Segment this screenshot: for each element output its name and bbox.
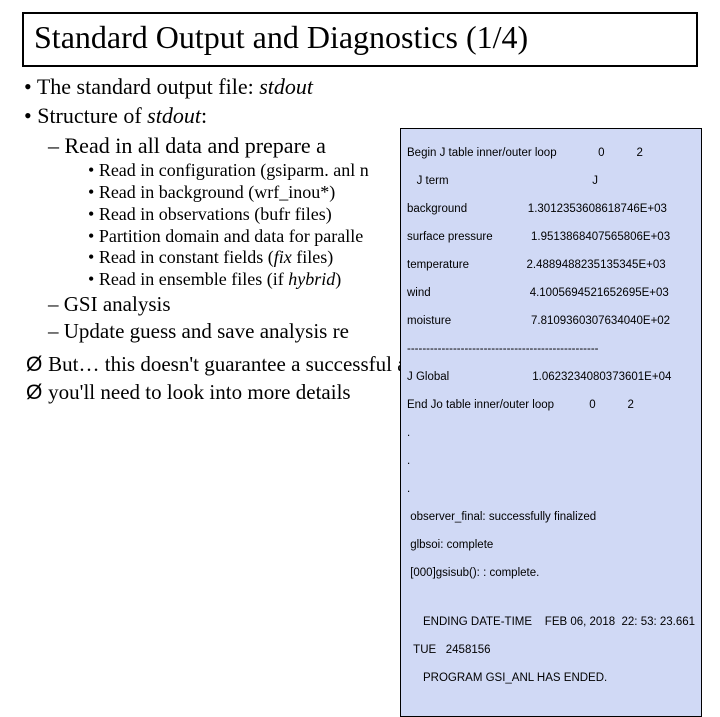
snippet-line: observer_final: successfully finalized <box>407 510 695 524</box>
snippet-line: TUE 2458156 <box>407 643 695 657</box>
stdout-snippet: Begin J table inner/outer loop 0 2 J ter… <box>400 128 702 717</box>
snippet-line: . <box>407 426 695 440</box>
slide-title: Standard Output and Diagnostics (1/4) <box>22 12 698 67</box>
snippet-line: background 1.3012353608618746E+03 <box>407 202 695 216</box>
bullet-structure: Structure of stdout: <box>24 102 696 130</box>
snippet-line: [000]gsisub(): : complete. <box>407 566 695 580</box>
snippet-line: moisture 7.8109360307634040E+02 <box>407 314 695 328</box>
snippet-line: wind 4.1005694521652695E+03 <box>407 286 695 300</box>
snippet-line: J Global 1.0623234080373601E+04 <box>407 370 695 384</box>
bullet-stdout-file: The standard output file: stdout <box>24 73 696 101</box>
snippet-line: ENDING DATE-TIME FEB 06, 2018 22: 53: 23… <box>407 615 695 629</box>
snippet-line: ----------------------------------------… <box>407 342 695 356</box>
snippet-line: temperature 2.4889488235135345E+03 <box>407 258 695 272</box>
snippet-line: . <box>407 482 695 496</box>
snippet-line: glbsoi: complete <box>407 538 695 552</box>
snippet-line: J term J <box>407 174 695 188</box>
snippet-line: PROGRAM GSI_ANL HAS ENDED. <box>407 671 695 685</box>
top-bullets: The standard output file: stdout Structu… <box>24 73 696 130</box>
snippet-ending: ENDING DATE-TIME FEB 06, 2018 22: 53: 23… <box>407 601 695 699</box>
snippet-line: . <box>407 454 695 468</box>
snippet-line: End Jo table inner/outer loop 0 2 <box>407 398 695 412</box>
snippet-line: Begin J table inner/outer loop 0 2 <box>407 146 695 160</box>
snippet-line: surface pressure 1.9513868407565806E+03 <box>407 230 695 244</box>
title-text: Standard Output and Diagnostics (1/4) <box>34 19 528 55</box>
